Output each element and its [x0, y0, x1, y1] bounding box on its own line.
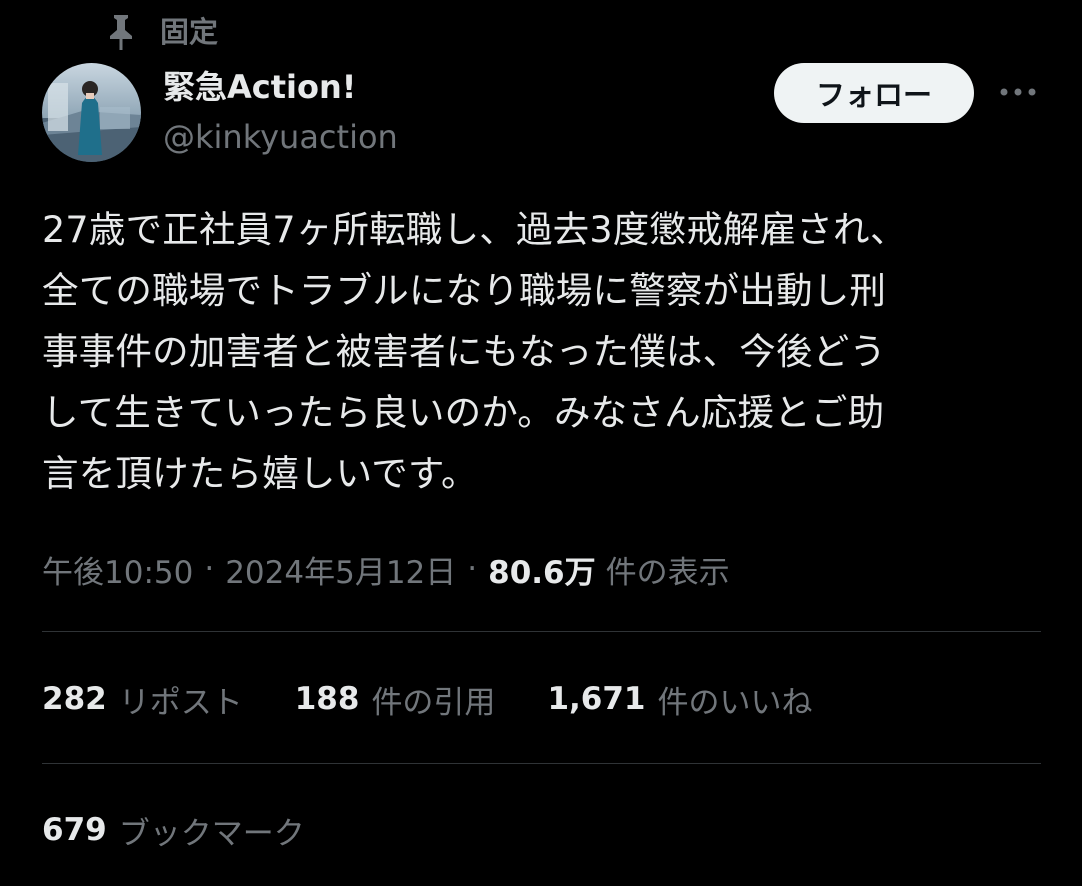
pin-icon	[104, 12, 138, 52]
meta-separator: ·	[204, 551, 215, 587]
post-text-line: して生きていったら良いのか。みなさん応援とご助	[42, 391, 885, 434]
quotes-label: 件の引用	[371, 684, 496, 721]
engagement-stats: 282 リポスト 188 件の引用 1,671 件のいいね	[42, 676, 813, 722]
pinned-label: 固定	[160, 15, 219, 49]
bookmarks-label: ブックマーク	[118, 815, 305, 852]
avatar[interactable]	[42, 63, 141, 162]
divider	[42, 763, 1041, 764]
quotes-stat[interactable]: 188 件の引用	[295, 677, 496, 722]
reposts-stat[interactable]: 282 リポスト	[42, 677, 243, 722]
likes-stat[interactable]: 1,671 件のいいね	[547, 677, 812, 722]
post-time[interactable]: 午後10:50	[42, 547, 193, 592]
post-text: 27歳で正社員7ヶ所転職し、過去3度懲戒解雇され、 全ての職場でトラブルになり職…	[42, 199, 1027, 504]
post-text-line: 言を頂けたら嬉しいです。	[42, 452, 478, 495]
author-handle[interactable]: @kinkyuaction	[163, 116, 398, 158]
reposts-count: 282	[42, 681, 107, 717]
divider	[42, 631, 1041, 632]
post-meta: 午後10:50 · 2024年5月12日 · 80.6万 件の表示	[42, 543, 730, 595]
post-date[interactable]: 2024年5月12日	[225, 547, 456, 592]
likes-label: 件のいいね	[657, 684, 813, 721]
likes-count: 1,671	[547, 681, 646, 717]
views-count: 80.6万	[488, 554, 596, 591]
reposts-label: リポスト	[118, 684, 243, 721]
post-text-line: 27歳で正社員7ヶ所転職し、過去3度懲戒解雇され、	[42, 208, 907, 251]
meta-separator: ·	[467, 551, 478, 587]
follow-button[interactable]: フォロー	[774, 63, 974, 123]
views-label: 件の表示	[605, 554, 730, 591]
post-text-line: 全ての職場でトラブルになり職場に警察が出動し刑	[42, 269, 887, 312]
pinned-indicator: 固定	[104, 10, 218, 54]
post-text-line: 事事件の加害者と被害者にもなった僕は、今後どう	[42, 330, 887, 373]
more-options-icon[interactable]	[996, 76, 1040, 108]
author-display-name[interactable]: 緊急Action!	[163, 66, 356, 108]
bookmarks-count: 679	[42, 812, 107, 848]
bookmarks-stat[interactable]: 679 ブックマーク	[42, 807, 305, 853]
quotes-count: 188	[294, 681, 360, 717]
